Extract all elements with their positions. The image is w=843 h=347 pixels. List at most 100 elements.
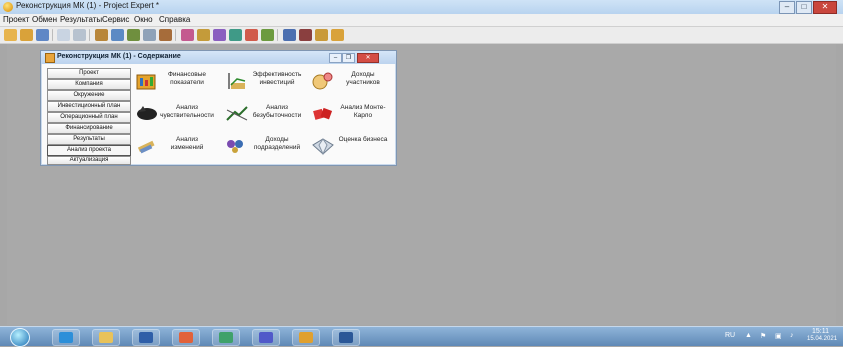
child-close-icon[interactable]: ✕ — [357, 53, 379, 63]
taskbar-ie[interactable] — [52, 329, 80, 346]
contents-window-icon — [45, 53, 55, 63]
grid-label: Анализ чувствительности — [160, 104, 214, 119]
taskbar-app[interactable] — [172, 329, 200, 346]
sensitivity-analysis-icon — [137, 106, 157, 120]
monte-carlo-icon — [313, 107, 333, 120]
change-analysis-icon — [137, 140, 155, 154]
grid-label: Эффективность инвестиций — [252, 71, 302, 86]
menu-results[interactable]: Результаты — [60, 15, 102, 24]
menu-exchange[interactable]: Обмен — [32, 15, 57, 24]
taskbar-word[interactable] — [332, 329, 360, 346]
network-icon[interactable]: ▣ — [775, 332, 782, 340]
subdivision-income-icon — [227, 140, 243, 153]
grid-label: Финансовые показатели — [167, 71, 207, 86]
grid-sensitivity-analysis[interactable]: Анализ чувствительности — [135, 101, 215, 129]
grid-business-valuation[interactable]: Оценка бизнеса — [311, 133, 391, 161]
word-icon — [339, 332, 353, 343]
start-button[interactable] — [10, 328, 30, 347]
taskbar-media[interactable] — [132, 329, 160, 346]
maximize-icon[interactable]: □ — [796, 1, 812, 14]
grid-change-analysis[interactable]: Анализ изменений — [135, 133, 215, 161]
nav-company[interactable]: Компания — [47, 79, 131, 90]
window-controls: – □ ✕ — [778, 1, 837, 14]
menubar: Проект Обмен Результаты Сервис Окно Спра… — [0, 14, 843, 27]
results-icon[interactable] — [181, 29, 194, 41]
financing-icon[interactable] — [159, 29, 172, 41]
chart-icon[interactable] — [245, 29, 258, 41]
grid-financial-indicators[interactable]: Финансовые показатели — [135, 68, 215, 96]
nav-environment[interactable]: Окружение — [47, 90, 131, 101]
app-title-bar[interactable]: Реконструкция МК (1) - Project Expert * … — [0, 0, 843, 14]
operations-plan-icon[interactable] — [143, 29, 156, 41]
investment-efficiency-icon — [228, 73, 246, 89]
taskbar-project[interactable] — [212, 329, 240, 346]
folder-icon[interactable] — [20, 29, 33, 41]
portfolio-icon[interactable] — [299, 29, 312, 41]
grid-label: Анализ Монте-Карло — [340, 104, 386, 119]
grid-break-even[interactable]: Анализ безубыточности — [225, 101, 305, 129]
nav-actualization[interactable]: Актуализация — [47, 156, 131, 165]
grid-label: Анализ безубыточности — [252, 104, 302, 119]
grid-label: Оценка бизнеса — [338, 136, 388, 143]
mdi-workspace: Реконструкция МК (1) - Содержание – ❐ ✕ … — [7, 44, 836, 325]
taskbar-project-expert[interactable] — [292, 329, 320, 346]
menu-project[interactable]: Проект — [3, 15, 29, 24]
volume-icon[interactable]: ♪ — [790, 332, 794, 339]
nav-operations-plan[interactable]: Операционный план — [47, 112, 131, 123]
minimize-icon[interactable]: – — [779, 1, 795, 14]
business-valuation-icon — [312, 138, 334, 156]
financial-indicators-icon — [136, 74, 156, 90]
bar-chart-icon[interactable] — [331, 29, 344, 41]
grid-investment-efficiency[interactable]: Эффективность инвестиций — [225, 68, 305, 96]
participants-income-icon — [312, 72, 333, 90]
environment-icon[interactable] — [111, 29, 124, 41]
media-player-icon — [139, 332, 153, 343]
reports-icon[interactable] — [213, 29, 226, 41]
flag-icon[interactable]: ⚑ — [760, 332, 766, 340]
contents-window-title-bar[interactable]: Реконструкция МК (1) - Содержание – ❐ ✕ — [41, 51, 396, 64]
menu-window[interactable]: Окно — [134, 15, 153, 24]
subdivisions-icon[interactable] — [283, 29, 296, 41]
language-indicator[interactable]: RU — [725, 332, 735, 339]
nav-project-analysis[interactable]: Анализ проекта — [47, 145, 131, 156]
menu-help[interactable]: Справка — [159, 15, 190, 24]
ie-icon — [59, 332, 73, 343]
folder-icon — [99, 332, 113, 343]
grid-participants-income[interactable]: Доходы участников — [311, 68, 391, 96]
child-minimize-icon[interactable]: – — [329, 53, 342, 63]
print-icon[interactable] — [73, 29, 86, 41]
open-project-icon[interactable] — [4, 29, 17, 41]
save-icon[interactable] — [36, 29, 49, 41]
menu-service[interactable]: Сервис — [102, 15, 129, 24]
table-icon[interactable] — [229, 29, 242, 41]
nav-project[interactable]: Проект — [47, 68, 131, 79]
grid-label: Анализ изменений — [170, 136, 204, 151]
grid-monte-carlo[interactable]: Анализ Монте-Карло — [311, 101, 391, 129]
child-restore-icon[interactable]: ❐ — [342, 53, 355, 63]
close-icon[interactable]: ✕ — [813, 1, 837, 14]
contents-window-title: Реконструкция МК (1) - Содержание — [57, 53, 181, 60]
grid-label: Доходы участников — [346, 71, 380, 86]
company-icon[interactable] — [95, 29, 108, 41]
app-icon — [179, 332, 193, 343]
teams-icon — [259, 332, 273, 343]
folder-open-icon[interactable] — [315, 29, 328, 41]
clock-date[interactable]: 15.04.2021 — [807, 336, 837, 342]
contents-window: Реконструкция МК (1) - Содержание – ❐ ✕ … — [40, 50, 397, 166]
investment-plan-icon[interactable] — [127, 29, 140, 41]
project-expert-icon — [299, 332, 313, 343]
update-icon[interactable] — [261, 29, 274, 41]
app-icon — [3, 2, 13, 12]
print-preview-icon[interactable] — [57, 29, 70, 41]
project-icon — [219, 332, 233, 343]
nav-investment-plan[interactable]: Инвестиционный план — [47, 101, 131, 112]
tray-arrow-icon[interactable]: ▲ — [745, 332, 752, 339]
taskbar-explorer[interactable] — [92, 329, 120, 346]
analysis-icon[interactable] — [197, 29, 210, 41]
nav-financing[interactable]: Финансирование — [47, 123, 131, 134]
nav-results[interactable]: Результаты — [47, 134, 131, 145]
toolbar — [0, 27, 843, 44]
grid-subdivision-income[interactable]: Доходы подразделений — [225, 133, 305, 161]
taskbar-teams[interactable] — [252, 329, 280, 346]
clock-time[interactable]: 15:11 — [812, 328, 829, 335]
